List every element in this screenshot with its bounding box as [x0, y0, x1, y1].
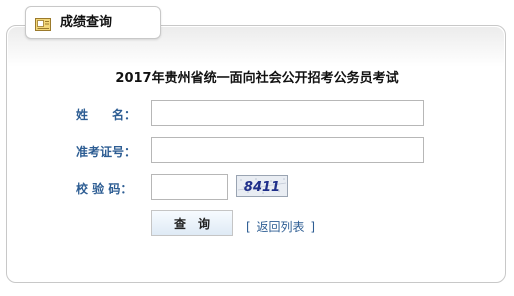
back-to-list-link[interactable]: [ 返回列表 ]: [244, 220, 317, 234]
verification-code-input[interactable]: [151, 174, 228, 200]
bracket-open: [: [246, 220, 251, 234]
document-icon: [35, 16, 51, 31]
exam-id-label: 准考证号：: [76, 145, 137, 159]
panel-tab: 成绩查询: [25, 6, 161, 39]
query-button[interactable]: 查询: [151, 210, 233, 236]
exam-id-input[interactable]: [151, 137, 424, 163]
back-to-list-label: 返回列表: [256, 220, 305, 234]
bracket-close: ]: [310, 220, 316, 234]
exam-title: 2017年贵州省统一面向社会公开招考公务员考试: [115, 71, 399, 86]
captcha-text: 8411: [244, 180, 280, 195]
name-input[interactable]: [151, 100, 424, 126]
verification-code-label: 校 验 码：: [76, 182, 133, 196]
captcha-image[interactable]: 8411: [236, 175, 288, 197]
name-label: 姓 名：: [76, 108, 137, 122]
tab-title: 成绩查询: [60, 15, 113, 30]
